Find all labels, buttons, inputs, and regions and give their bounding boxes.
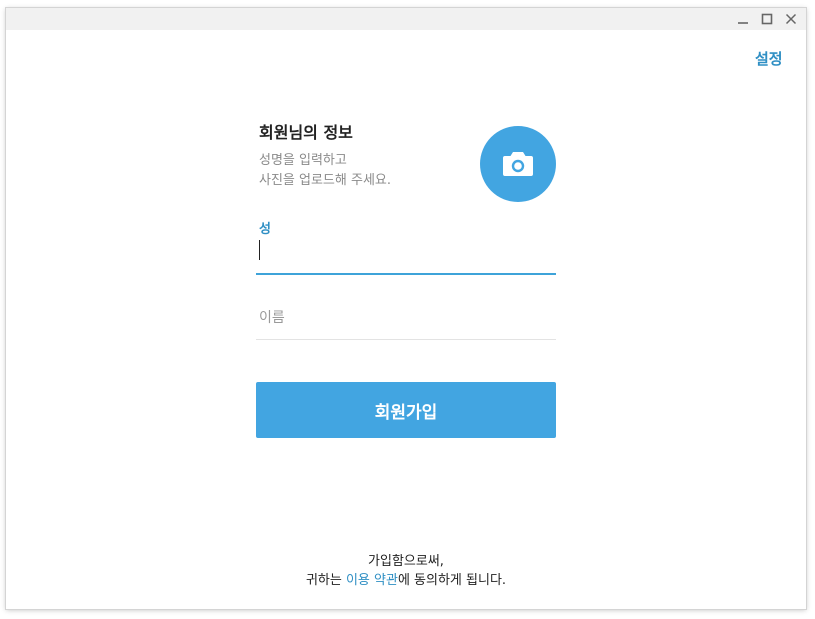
terms-notice: 가입함으로써, 귀하는 이용 약관에 동의하게 됩니다. (6, 552, 806, 590)
app-window: 설정 회원님의 정보 성명을 입력하고 사진을 업로드해 주세요. 성 이름 회… (6, 8, 806, 609)
terms-line2: 귀하는 이용 약관에 동의하게 됩니다. (6, 571, 806, 590)
maximize-button[interactable] (758, 10, 776, 28)
text-caret (259, 240, 260, 260)
close-icon (785, 13, 797, 25)
signup-form: 회원님의 정보 성명을 입력하고 사진을 업로드해 주세요. 성 이름 회원가입 (256, 8, 556, 609)
terms-suffix: 에 동의하게 됩니다. (397, 573, 507, 588)
first-name-field[interactable]: 이름 (256, 299, 556, 340)
window-controls (734, 10, 800, 28)
signup-button[interactable]: 회원가입 (256, 382, 556, 438)
minimize-button[interactable] (734, 10, 752, 28)
terms-prefix: 귀하는 (305, 573, 346, 588)
profile-description-line2: 사진을 업로드해 주세요. (259, 173, 391, 188)
close-button[interactable] (782, 10, 800, 28)
profile-title: 회원님의 정보 (259, 123, 353, 142)
last-name-label: 성 (259, 222, 271, 237)
terms-of-use-link[interactable]: 이용 약관 (346, 573, 398, 588)
camera-icon (503, 152, 533, 176)
maximize-icon (761, 13, 773, 25)
terms-line1: 가입함으로써, (368, 554, 444, 569)
first-name-placeholder: 이름 (259, 310, 285, 326)
upload-photo-button[interactable] (480, 126, 556, 202)
last-name-field[interactable]: 성 (256, 218, 556, 275)
minimize-icon (738, 22, 748, 24)
profile-description: 성명을 입력하고 사진을 업로드해 주세요. (259, 151, 459, 191)
profile-description-line1: 성명을 입력하고 (259, 153, 347, 168)
settings-link[interactable]: 설정 (755, 48, 783, 69)
